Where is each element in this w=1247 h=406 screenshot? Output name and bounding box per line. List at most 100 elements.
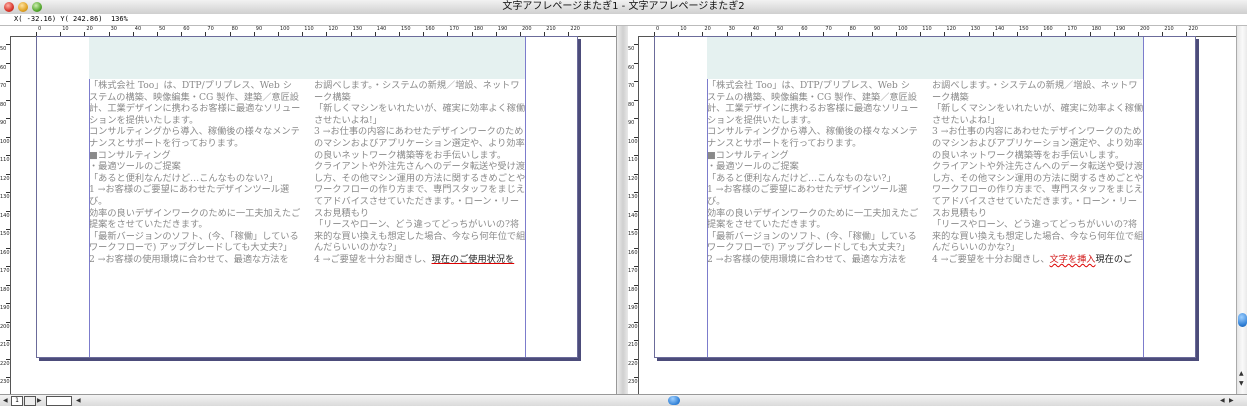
ruler-label: 220 <box>0 360 10 367</box>
ruler-label: 190 <box>497 26 508 32</box>
header-frame[interactable] <box>89 37 525 79</box>
right-document-pane[interactable]: 0 10 20 30 40 50 60 70 80 90 100 110 120 130 140 150 160… <box>628 26 1236 394</box>
text-column-1[interactable]: 「株式会社 Too」は、DTP/プリプレス、Web システムの構築、映像編集・C… <box>89 80 301 266</box>
ruler-label: 60 <box>628 64 635 71</box>
ruler-label: 50 <box>628 46 635 52</box>
ruler-tick <box>634 192 638 193</box>
ruler-label: 100 <box>898 26 908 32</box>
ruler-label: 210 <box>0 342 10 348</box>
ruler-label: 160 <box>0 249 10 256</box>
paragraph: クライアントや外注先さんへのデータ転送や受け渡し方、その他マシン運用の方法に関す… <box>932 161 1144 219</box>
ruler-label: 210 <box>1164 26 1174 32</box>
ruler-label: 180 <box>1091 26 1102 32</box>
header-frame[interactable] <box>707 37 1143 79</box>
ruler-label: 110 <box>304 26 314 32</box>
paragraph: 「株式会社 Too」は、DTP/プリプレス、Web システムの構築、映像編集・C… <box>707 80 919 126</box>
ruler-label: 0 <box>656 26 660 32</box>
ruler-label: 90 <box>0 120 7 126</box>
ruler-label: 0 <box>38 26 42 32</box>
ruler-label: 50 <box>0 46 7 52</box>
zoom-level: 136% <box>110 15 128 23</box>
paragraph: コンサルティングから導入、稼働後の様々なメンテナンスとサポートを行っております。 <box>707 126 918 149</box>
ruler-label: 200 <box>522 26 532 32</box>
vertical-ruler[interactable]: 50 60 70 80 90 100 110 120 130 140 150 160 170 180 190… <box>0 36 11 394</box>
ruler-label: 80 <box>231 26 238 32</box>
ruler-label: 120 <box>328 26 338 32</box>
horizontal-scroll-thumb[interactable] <box>668 396 680 405</box>
ruler-tick <box>634 62 638 64</box>
ruler-label: 140 <box>376 26 387 32</box>
scroll-left-arrow[interactable]: ◀ <box>76 395 81 406</box>
document-page[interactable]: 「株式会社 Too」は、DTP/プリプレス、Web システムの構築、映像編集・C… <box>654 36 1196 358</box>
ruler-label: 80 <box>0 101 7 108</box>
ruler-tick <box>6 118 10 119</box>
next-page-arrow[interactable]: ▶ <box>37 395 42 406</box>
ruler-label: 90 <box>255 26 263 32</box>
ruler-tick <box>6 266 10 267</box>
left-document-pane[interactable]: 0 10 20 30 40 50 60 70 80 90 100 110 120 130 140 150 160… <box>0 26 616 394</box>
scroll-right-arrow[interactable]: ▶ <box>1229 395 1234 406</box>
text-column-1[interactable]: 「株式会社 Too」は、DTP/プリプレス、Web システムの構築、映像編集・C… <box>707 80 919 266</box>
ruler-tick <box>6 210 10 212</box>
scroll-left-arrow-end[interactable]: ◀ <box>1220 395 1225 406</box>
ruler-label: 220 <box>1188 26 1198 32</box>
scroll-down-arrow[interactable]: ▼ <box>1239 380 1244 387</box>
ruler-label: 190 <box>628 305 638 311</box>
ruler-label: 230 <box>628 379 638 385</box>
ruler-label: 60 <box>183 26 190 32</box>
document-page[interactable]: 「株式会社 Too」は、DTP/プリプレス、Web システムの構築、映像編集・C… <box>36 36 578 358</box>
ruler-tick <box>634 173 638 175</box>
paragraph: 4 →ご要望を十分お聞きし、文字を挿入現在のご <box>932 254 1144 266</box>
ruler-label: 220 <box>570 26 580 32</box>
overflow-text-run: 現在のご <box>1095 253 1133 265</box>
ruler-label: 100 <box>0 138 10 145</box>
ruler-tick <box>634 81 638 82</box>
ruler-label: 70 <box>0 83 7 89</box>
vertical-scrollbar[interactable]: ▲ ▼ <box>1236 26 1247 394</box>
ruler-tick <box>6 358 10 360</box>
coordinate-readout: X( -32.16) Y( 242.86) 136% <box>14 14 128 25</box>
ruler-tick <box>634 99 638 101</box>
text-column-2[interactable]: お調べします。・システムの新規／増設、ネットワーク構築 「新しくマシンをいれたい… <box>314 80 526 266</box>
ruler-tick <box>634 210 638 212</box>
ruler-tick <box>6 81 10 82</box>
scroll-up-arrow[interactable]: ▲ <box>1239 370 1244 377</box>
ruler-label: 80 <box>628 101 635 108</box>
ruler-label: 140 <box>994 26 1005 32</box>
previous-page-arrow[interactable]: ◀ <box>3 395 8 406</box>
inserted-text-run: 文字を挿入 <box>1049 253 1096 265</box>
text-run: 4 →ご要望を十分お聞きし、 <box>932 253 1050 265</box>
x-coordinate: X( -32.16) <box>14 15 57 23</box>
ruler-label: 30 <box>110 26 117 32</box>
ruler-label: 70 <box>628 83 635 89</box>
ruler-tick <box>634 118 638 119</box>
ruler-tick <box>6 155 10 156</box>
ruler-label: 20 <box>86 26 93 32</box>
vertical-ruler[interactable]: 50 60 70 80 90 100 110 120 130 140 150 160 170 180 190… <box>628 36 639 394</box>
ruler-tick <box>6 136 10 138</box>
y-coordinate: Y( 242.86) <box>60 15 103 23</box>
text-column-2[interactable]: お調べします。・システムの新規／増設、ネットワーク構築 「新しくマシンをいれたい… <box>932 80 1144 266</box>
paragraph: 「あると便利なんだけど…こんなものない?」 <box>89 172 278 184</box>
ruler-tick <box>634 266 638 267</box>
ruler-tick <box>6 284 10 286</box>
ruler-label: 130 <box>352 26 363 32</box>
paragraph: 「株式会社 Too」は、DTP/プリプレス、Web システムの構築、映像編集・C… <box>89 80 301 126</box>
ruler-label: 130 <box>628 194 638 200</box>
ruler-label: 170 <box>449 26 459 32</box>
vertical-scroll-thumb[interactable] <box>1238 313 1247 327</box>
ruler-label: 160 <box>628 249 638 256</box>
paragraph: ・最適ツールのご提案 <box>89 161 181 173</box>
paragraph: ・最適ツールのご提案 <box>707 161 799 173</box>
ruler-label: 30 <box>728 26 735 32</box>
ruler-label: 100 <box>280 26 290 32</box>
ruler-label: 170 <box>0 268 10 274</box>
paragraph: 「あると便利なんだけど…こんなものない?」 <box>707 172 896 184</box>
ruler-label: 200 <box>628 323 638 330</box>
ruler-tick <box>634 303 638 304</box>
ruler-label: 190 <box>0 305 10 311</box>
paragraph: 3 →お仕事の内容にあわせたデザインワークのためのマシンおよびアプリケーション選… <box>932 126 1143 161</box>
paragraph: 「リースやローン、どう違ってどっちがいいの?将来的な買い換えも想定した場合、今な… <box>314 219 526 254</box>
title-bar: 文字アフレページまたぎ1 - 文字アフレページまたぎ2 <box>0 0 1247 15</box>
ruler-tick <box>6 173 10 175</box>
